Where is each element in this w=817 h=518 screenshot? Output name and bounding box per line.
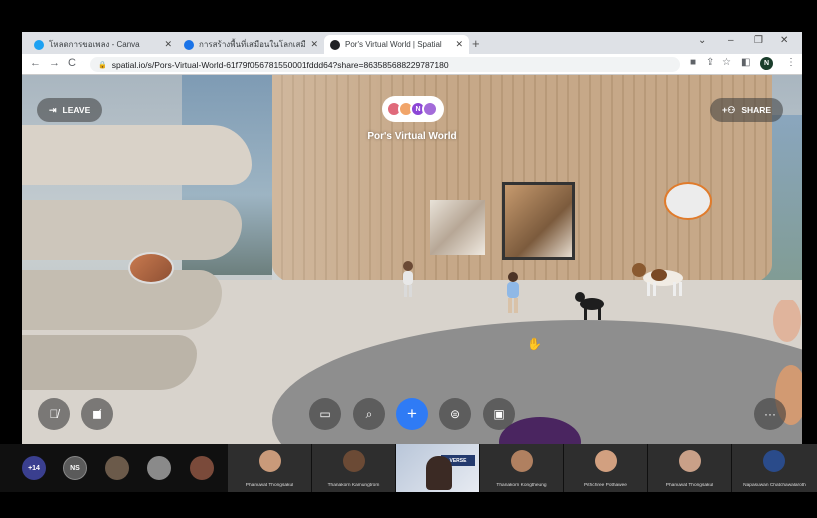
participant-face bbox=[511, 450, 533, 472]
framed-dog-artwork[interactable] bbox=[502, 182, 575, 260]
participant-face bbox=[343, 450, 365, 472]
participant-face bbox=[595, 450, 617, 472]
tab-strip: โหลดการขอเพลง - Canva ✕ การสร้างพื้นที่เ… bbox=[22, 32, 802, 54]
participant-face bbox=[763, 450, 785, 472]
leave-button[interactable]: ⇥ LEAVE bbox=[37, 98, 103, 122]
browser-window: โหลดการขอเพลง - Canva ✕ การสร้างพื้นที่เ… bbox=[22, 32, 802, 444]
world-title: Por's Virtual World bbox=[367, 131, 457, 142]
more-icon[interactable]: ··· bbox=[754, 398, 786, 430]
tab-title: โหลดการขอเพลง - Canva bbox=[49, 40, 140, 49]
profile-avatar[interactable]: N bbox=[760, 57, 773, 70]
side-panel-icon[interactable]: ◧ bbox=[741, 57, 750, 68]
tab-article[interactable]: การสร้างพื้นที่เสมือนในโลกเสมือนจริง ✕ bbox=[178, 35, 324, 54]
speaker-video bbox=[426, 456, 452, 490]
participant-thumb[interactable] bbox=[105, 456, 129, 480]
participant-tile[interactable]: Thanakorn Kamungtrom bbox=[312, 444, 395, 492]
participant-thumb[interactable] bbox=[147, 456, 171, 480]
exit-icon: ⇥ bbox=[49, 104, 57, 115]
avatar-figure[interactable] bbox=[398, 260, 418, 300]
hand-cursor-icon: ✋ bbox=[527, 337, 542, 351]
tab-title: Por's Virtual World | Spatial bbox=[345, 40, 442, 49]
share-screen-icon[interactable]: ▣ bbox=[483, 398, 515, 430]
participant-name: Thanakorn Kamungtrom bbox=[327, 483, 380, 488]
content-icon[interactable]: ▭ bbox=[309, 398, 341, 430]
camera-icon[interactable]: ■ bbox=[690, 57, 696, 68]
screen: โหลดการขอเพลง - Canva ✕ การสร้างพื้นที่เ… bbox=[0, 0, 817, 518]
wall-artwork[interactable] bbox=[430, 200, 485, 255]
more-participants-badge[interactable]: +14 bbox=[22, 456, 46, 480]
close-tab-icon[interactable]: ✕ bbox=[455, 39, 463, 50]
leave-label: LEAVE bbox=[62, 105, 91, 115]
page-favicon-icon bbox=[184, 39, 194, 50]
url-text: spatial.io/s/Pors-Virtual-World-61f79f05… bbox=[111, 59, 449, 70]
close-window-icon[interactable]: ✕ bbox=[780, 35, 788, 46]
bookmark-star-icon[interactable]: ☆ bbox=[722, 57, 731, 68]
participant-name: Phanuwat Thongsakul bbox=[245, 483, 294, 488]
participant-name: Pithchree Pothawee bbox=[584, 483, 627, 488]
dog-model-white[interactable] bbox=[629, 260, 691, 298]
minimize-icon[interactable]: – bbox=[728, 35, 734, 46]
share-label: SHARE bbox=[741, 105, 772, 115]
self-initials-avatar[interactable]: NS bbox=[63, 456, 87, 480]
close-tab-icon[interactable]: ✕ bbox=[310, 39, 318, 50]
meeting-participant-strip: +14 NS Phanuwat Thongsakul Thanakorn Kam… bbox=[0, 444, 817, 492]
floating-photo-bubble[interactable] bbox=[128, 252, 174, 284]
back-icon[interactable]: ← bbox=[30, 57, 41, 69]
close-tab-icon[interactable]: ✕ bbox=[164, 39, 172, 50]
participant-tile[interactable]: Napasuwan Chatchawalaroth bbox=[732, 444, 817, 492]
search-icon[interactable]: ⌕ bbox=[353, 398, 385, 430]
participant-face bbox=[679, 450, 701, 472]
emote-icon[interactable]: ⊜ bbox=[439, 398, 471, 430]
avatar-figure[interactable] bbox=[502, 271, 524, 317]
restore-icon[interactable]: ❐ bbox=[754, 35, 763, 46]
participant-avatar bbox=[422, 101, 438, 117]
participant-tile[interactable]: Pithchree Pothawee bbox=[564, 444, 647, 492]
participant-tile[interactable]: Phanuwat Thongsakul bbox=[648, 444, 731, 492]
camera-off-icon[interactable]: ◼̸ bbox=[81, 398, 113, 430]
url-field[interactable]: 🔒 spatial.io/s/Pors-Virtual-World-61f79f… bbox=[90, 57, 680, 72]
participant-name: Phanuwat Thongsakul bbox=[665, 483, 714, 488]
spatial-favicon-icon bbox=[330, 39, 340, 50]
dog-model-black[interactable] bbox=[574, 290, 609, 322]
canva-favicon-icon bbox=[34, 39, 44, 50]
tab-title: การสร้างพื้นที่เสมือนในโลกเสมือนจริง bbox=[199, 40, 306, 49]
participant-thumb[interactable] bbox=[190, 456, 214, 480]
participant-name: Napasuwan Chatchawalaroth bbox=[743, 483, 806, 488]
round-wall-object[interactable] bbox=[664, 182, 712, 220]
add-person-icon: +⚇ bbox=[722, 104, 736, 115]
participant-name: Thanakorn Kongtheung bbox=[496, 483, 547, 488]
address-bar-row: ← → C 🔒 spatial.io/s/Pors-Virtual-World-… bbox=[22, 54, 802, 75]
participant-tile[interactable]: Phanuwat Thongsakul bbox=[228, 444, 311, 492]
tab-search-icon[interactable]: ⌄ bbox=[698, 35, 706, 46]
new-tab-button[interactable]: + bbox=[472, 36, 480, 51]
virtual-world-scene[interactable]: ⇥ LEAVE +⚇ SHARE N Por's Virtual World 🎙… bbox=[22, 75, 802, 444]
add-icon[interactable]: + bbox=[396, 398, 428, 430]
tab-canva[interactable]: โหลดการขอเพลง - Canva ✕ bbox=[28, 35, 178, 54]
reload-icon[interactable]: C bbox=[68, 57, 76, 69]
share-page-icon[interactable]: ⇪ bbox=[706, 57, 714, 68]
spiral-staircase bbox=[22, 105, 267, 395]
mic-off-icon[interactable]: 🎙̸ bbox=[38, 398, 70, 430]
participant-face bbox=[259, 450, 281, 472]
participants-pill[interactable]: N bbox=[382, 96, 444, 122]
active-speaker-tile[interactable]: VERSE bbox=[396, 444, 479, 492]
lock-icon: 🔒 bbox=[98, 61, 107, 69]
menu-dots-icon[interactable]: ⋮ bbox=[786, 57, 796, 68]
participant-tile[interactable]: Thanakorn Kongtheung bbox=[480, 444, 563, 492]
tab-spatial[interactable]: Por's Virtual World | Spatial ✕ bbox=[324, 35, 469, 54]
forward-icon[interactable]: → bbox=[49, 57, 60, 69]
share-button[interactable]: +⚇ SHARE bbox=[710, 98, 784, 122]
